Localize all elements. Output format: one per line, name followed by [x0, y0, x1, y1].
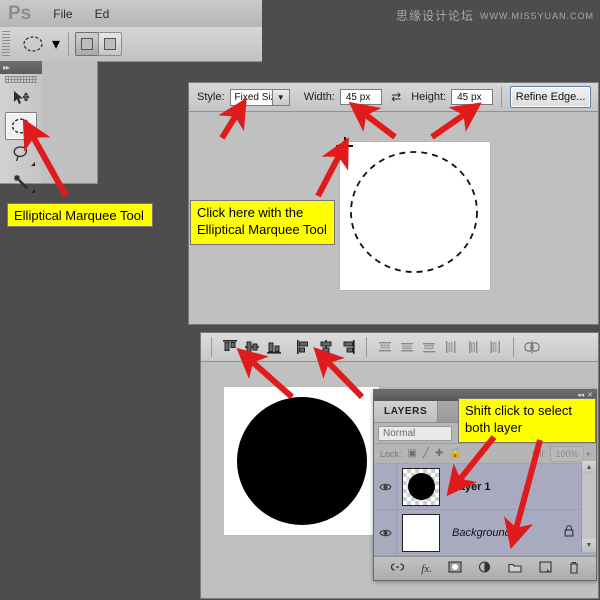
table-row[interactable]: Layer 1: [374, 464, 596, 510]
photoshop-menubar: Ps File Ed: [0, 0, 262, 28]
document-canvas[interactable]: [339, 141, 491, 291]
lock-transparency-icon[interactable]: ▣: [408, 448, 417, 459]
distribute-left-edges-button[interactable]: [441, 337, 461, 357]
watermark: 思缘设计论坛 WWW.MISSYUAN.COM: [396, 7, 594, 24]
width-input[interactable]: 45 px: [340, 89, 382, 105]
toolbox-collapse-header[interactable]: ▸▸: [0, 61, 42, 74]
layers-panel-footer: fx.: [374, 556, 596, 580]
divider: [501, 87, 502, 107]
layer-visibility-toggle[interactable]: [374, 510, 397, 555]
callout-line-2: both layer: [465, 419, 589, 436]
callout-click-here: Click here with the Elliptical Marquee T…: [190, 200, 335, 245]
toolbox-adjacent-panel: [42, 61, 98, 184]
align-top-edges-button[interactable]: [220, 337, 240, 357]
callout-elliptical-marquee-tool: Elliptical Marquee Tool: [7, 203, 153, 227]
add-to-selection-button[interactable]: [98, 32, 122, 56]
new-selection-button[interactable]: [75, 32, 99, 56]
watermark-url-text: WWW.MISSYUAN.COM: [480, 11, 594, 21]
toolbox-drag-grip[interactable]: [5, 76, 37, 83]
swap-dimensions-icon[interactable]: ⇄: [391, 90, 401, 104]
tool-flyout-indicator: [31, 189, 35, 193]
tool-flyout-indicator: [31, 134, 35, 138]
elliptical-selection-marching-ants: [340, 142, 488, 288]
align-left-edges-button[interactable]: [294, 337, 314, 357]
chevron-right-icon[interactable]: ▸: [587, 449, 591, 458]
layer-thumbnail[interactable]: [402, 468, 440, 506]
layer-name: Background: [452, 527, 511, 539]
toolbox-panel: ▸▸: [0, 61, 43, 184]
distribute-horizontal-centers-button[interactable]: [463, 337, 483, 357]
elliptical-marquee-icon[interactable]: [16, 31, 50, 57]
watermark-chinese-text: 思缘设计论坛: [396, 7, 474, 24]
divider: [68, 32, 69, 56]
photoshop-logo: Ps: [8, 3, 31, 25]
fill-label: Fill:: [532, 449, 546, 459]
move-tool[interactable]: [6, 85, 36, 111]
height-input[interactable]: 45 px: [451, 89, 493, 105]
black-circle-shape: [237, 397, 367, 525]
distribute-bottom-edges-button[interactable]: [419, 337, 439, 357]
lock-label: Lock:: [380, 449, 402, 459]
chevron-down-icon[interactable]: ▾: [50, 31, 62, 57]
lock-row: Lock: ▣ ╱ ✚ 🔒 Fill: 100% ▸: [374, 444, 596, 464]
lasso-tool[interactable]: [6, 141, 36, 167]
callout-line-1: Click here with the: [197, 204, 328, 221]
elliptical-marquee-tool[interactable]: [5, 112, 37, 140]
distribute-vertical-centers-button[interactable]: [397, 337, 417, 357]
add-layer-mask-icon[interactable]: [448, 561, 462, 576]
refine-edge-button[interactable]: Refine Edge...: [510, 86, 591, 108]
delete-layer-icon[interactable]: [568, 561, 580, 577]
callout-line-2: Elliptical Marquee Tool: [197, 221, 328, 238]
layer-name: Layer 1: [452, 481, 491, 493]
double-arrow-icon: ▸▸: [3, 63, 9, 72]
scroll-up-arrow-icon[interactable]: ▲: [582, 461, 596, 474]
distribute-top-edges-button[interactable]: [375, 337, 395, 357]
distribute-right-edges-button[interactable]: [485, 337, 505, 357]
layer-visibility-toggle[interactable]: [374, 464, 397, 509]
callout-shift-click: Shift click to select both layer: [458, 398, 596, 443]
crosshair-cursor: [336, 137, 353, 154]
menu-item-edit[interactable]: Ed: [95, 7, 110, 21]
lock-icon: [564, 525, 574, 540]
align-options-bar: [201, 333, 598, 362]
align-vertical-centers-button[interactable]: [242, 337, 262, 357]
link-layers-icon[interactable]: [390, 562, 405, 575]
layers-scrollbar[interactable]: ▲ ▼: [581, 461, 596, 552]
divider: [513, 337, 514, 357]
menu-item-file[interactable]: File: [53, 7, 72, 21]
document-canvas-filled[interactable]: [223, 386, 380, 536]
divider: [366, 337, 367, 357]
lock-image-icon[interactable]: ╱: [423, 448, 429, 459]
blend-mode-select[interactable]: Normal: [378, 426, 452, 441]
tool-options-bar: ▾: [0, 27, 262, 62]
tool-flyout-indicator: [31, 162, 35, 166]
chevron-down-icon[interactable]: ▼: [272, 90, 289, 105]
callout-line-1: Shift click to select: [465, 402, 589, 419]
align-horizontal-centers-button[interactable]: [316, 337, 336, 357]
style-label: Style:: [197, 91, 225, 103]
magic-wand-tool[interactable]: [6, 168, 36, 194]
new-adjustment-layer-icon[interactable]: [478, 561, 492, 576]
add-layer-style-icon[interactable]: fx.: [421, 563, 432, 575]
auto-align-layers-button[interactable]: [522, 337, 542, 357]
table-row[interactable]: Background: [374, 510, 596, 556]
lock-position-icon[interactable]: ✚: [435, 448, 443, 459]
fill-value[interactable]: 100%: [550, 446, 584, 462]
options-bar-grip[interactable]: [2, 31, 10, 57]
scroll-down-arrow-icon[interactable]: ▼: [582, 539, 596, 552]
marquee-options-bar: Style: Fixed Size ▼ Width: 45 px ⇄ Heigh…: [189, 83, 598, 112]
width-label: Width:: [304, 91, 335, 103]
lock-all-icon[interactable]: 🔒: [449, 448, 461, 459]
style-select[interactable]: Fixed Size ▼: [230, 89, 290, 106]
divider: [211, 337, 212, 357]
tab-layers[interactable]: LAYERS: [374, 401, 437, 422]
height-label: Height:: [411, 91, 446, 103]
new-layer-icon[interactable]: [539, 561, 552, 576]
new-group-icon[interactable]: [508, 562, 522, 576]
layer-thumbnail[interactable]: [402, 514, 440, 552]
align-bottom-edges-button[interactable]: [264, 337, 284, 357]
align-right-edges-button[interactable]: [338, 337, 358, 357]
